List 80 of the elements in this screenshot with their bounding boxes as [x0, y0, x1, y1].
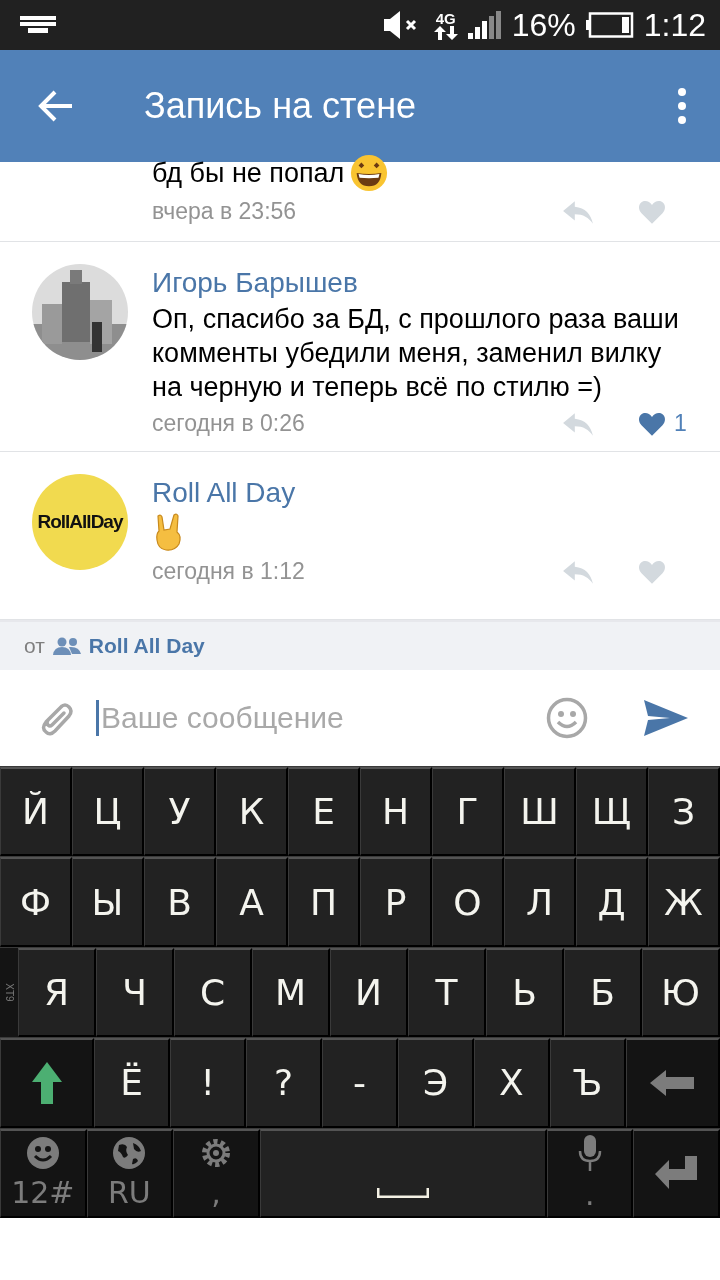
screen-title: Запись на стене — [144, 85, 418, 127]
key[interactable]: Г — [432, 767, 504, 857]
comment-text: Оп, спасибо за БД, с прошлого раза ваши комменты убедили меня, заменил вилку на черную и теперь всё по стилю =) — [152, 303, 680, 404]
key[interactable]: К — [216, 767, 288, 857]
key[interactable]: Ы — [72, 857, 144, 947]
key[interactable]: ? — [246, 1038, 323, 1128]
key[interactable]: М — [252, 947, 330, 1038]
data-arrows-icon — [433, 25, 458, 40]
shift-arrow-icon — [31, 1061, 62, 1104]
back-arrow-icon[interactable] — [38, 90, 74, 122]
microphone-icon — [577, 1134, 602, 1171]
key[interactable]: З — [648, 767, 720, 857]
mic-key[interactable]: . — [546, 1128, 634, 1219]
group-avatar[interactable]: RollAllDay — [32, 474, 128, 570]
key[interactable]: У — [144, 767, 216, 857]
emoji-icon[interactable] — [546, 697, 588, 739]
comment-time: сегодня в 1:12 — [152, 558, 306, 585]
space-key[interactable] — [259, 1128, 547, 1219]
heart-icon[interactable] — [638, 410, 666, 437]
key[interactable]: Х — [473, 1038, 550, 1128]
key[interactable]: Р — [360, 857, 432, 947]
battery-percent: 16% — [511, 6, 576, 44]
key[interactable]: Ш — [504, 767, 576, 857]
send-icon[interactable] — [644, 700, 688, 736]
key[interactable]: Ц — [72, 767, 144, 857]
clock: 1:12 — [643, 6, 706, 44]
gear-key[interactable]: , — [173, 1128, 260, 1219]
key[interactable]: Е — [288, 767, 360, 857]
group-icon — [52, 637, 81, 655]
comment-time: сегодня в 0:26 — [152, 410, 306, 437]
key[interactable]: Ъ — [549, 1038, 626, 1128]
smiley-key[interactable]: 12# — [0, 1128, 87, 1219]
comment-text: бд бы не попал — [152, 157, 345, 190]
sender-link[interactable]: Roll All Day — [88, 634, 205, 658]
message-field[interactable]: Ваше сообщение — [96, 688, 526, 748]
key[interactable]: Ё — [94, 1038, 171, 1128]
network-type: 4G — [435, 9, 456, 27]
key[interactable]: А — [216, 857, 288, 947]
key[interactable]: П — [288, 857, 360, 947]
shift-key[interactable] — [0, 1038, 95, 1128]
key[interactable]: О — [432, 857, 504, 947]
keyboard-icon — [20, 16, 56, 34]
battery-icon — [585, 12, 634, 38]
key[interactable]: В — [144, 857, 216, 947]
from-label: от — [24, 634, 45, 658]
key[interactable]: Т — [408, 947, 486, 1038]
backspace-key[interactable] — [625, 1038, 720, 1128]
key[interactable]: Д — [576, 857, 648, 947]
key[interactable]: - — [322, 1038, 398, 1128]
keyboard-mode-label: XT9 — [3, 983, 15, 1002]
key[interactable]: Щ — [576, 767, 648, 857]
key[interactable]: Ж — [648, 857, 720, 947]
settings-icon — [199, 1136, 232, 1169]
space-bar-icon — [376, 1188, 429, 1199]
key[interactable]: Л — [504, 857, 576, 947]
enter-key[interactable] — [633, 1128, 720, 1219]
signal-icon — [467, 11, 502, 39]
key[interactable]: Я — [18, 947, 96, 1038]
key[interactable]: Й — [0, 767, 72, 857]
grinning-face-icon — [350, 154, 389, 192]
key[interactable]: Ч — [96, 947, 174, 1038]
globe-icon — [113, 1136, 146, 1169]
key[interactable]: Ф — [0, 857, 72, 947]
more-options-icon[interactable] — [678, 88, 686, 124]
like-count: 1 — [674, 410, 687, 437]
key[interactable]: Б — [564, 947, 642, 1038]
key[interactable]: ! — [170, 1038, 247, 1128]
key[interactable]: И — [330, 947, 408, 1038]
globe-key[interactable]: RU — [86, 1128, 174, 1219]
smiley-icon — [26, 1136, 59, 1169]
key[interactable]: Н — [360, 767, 432, 857]
enter-icon — [655, 1156, 698, 1191]
key[interactable]: Э — [398, 1038, 474, 1128]
key[interactable]: С — [174, 947, 252, 1038]
key[interactable]: Ю — [642, 947, 720, 1038]
key[interactable]: Ь — [486, 947, 564, 1038]
author-link[interactable]: Roll All Day — [152, 474, 720, 512]
backspace-arrow-icon — [650, 1069, 695, 1096]
comment-time: вчера в 23:56 — [152, 198, 298, 225]
author-link[interactable]: Игорь Барышев — [152, 264, 720, 302]
